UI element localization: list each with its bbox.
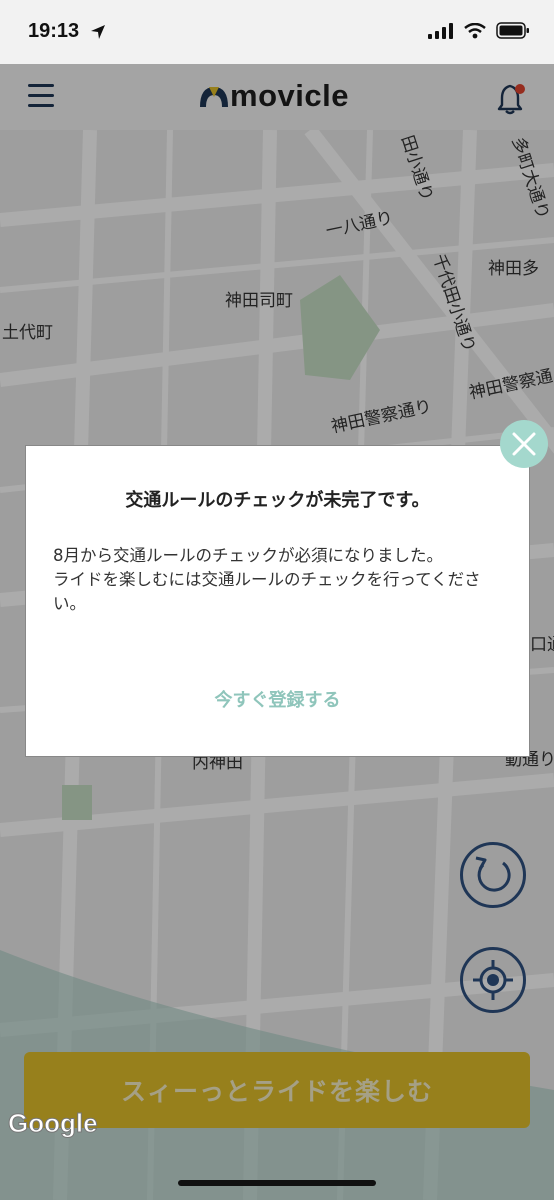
signal-icon — [428, 22, 453, 39]
wifi-icon — [464, 22, 486, 38]
refresh-icon — [475, 856, 511, 892]
battery-icon — [496, 22, 529, 39]
dialog-message-line: 8月から交通ルールのチェックが必須になりました。 — [53, 546, 443, 565]
dialog-message: 8月から交通ルールのチェックが必須になりました。 ライドを楽しむには交通ルールの… — [53, 544, 503, 616]
traffic-rules-dialog: 交通ルールのチェックが未完了です。 8月から交通ルールのチェックが必須になりまし… — [25, 445, 530, 757]
dialog-close-button[interactable] — [500, 420, 548, 468]
close-icon — [512, 432, 536, 456]
location-arrow-icon — [91, 25, 105, 39]
register-now-button[interactable]: 今すぐ登録する — [26, 686, 529, 712]
google-attribution: Google — [8, 1108, 99, 1139]
refresh-button[interactable] — [460, 842, 526, 908]
current-location-button[interactable] — [460, 947, 526, 1013]
status-bar: 19:13 — [0, 0, 554, 64]
home-indicator[interactable] — [178, 1180, 376, 1186]
status-time: 19:13 — [28, 20, 80, 42]
crosshair-icon — [473, 960, 513, 1000]
dialog-title: 交通ルールのチェックが未完了です。 — [125, 490, 430, 511]
status-icons — [428, 22, 530, 39]
dialog-message-line: ライドを楽しむには交通ルールのチェックを行ってください。 — [53, 570, 481, 613]
